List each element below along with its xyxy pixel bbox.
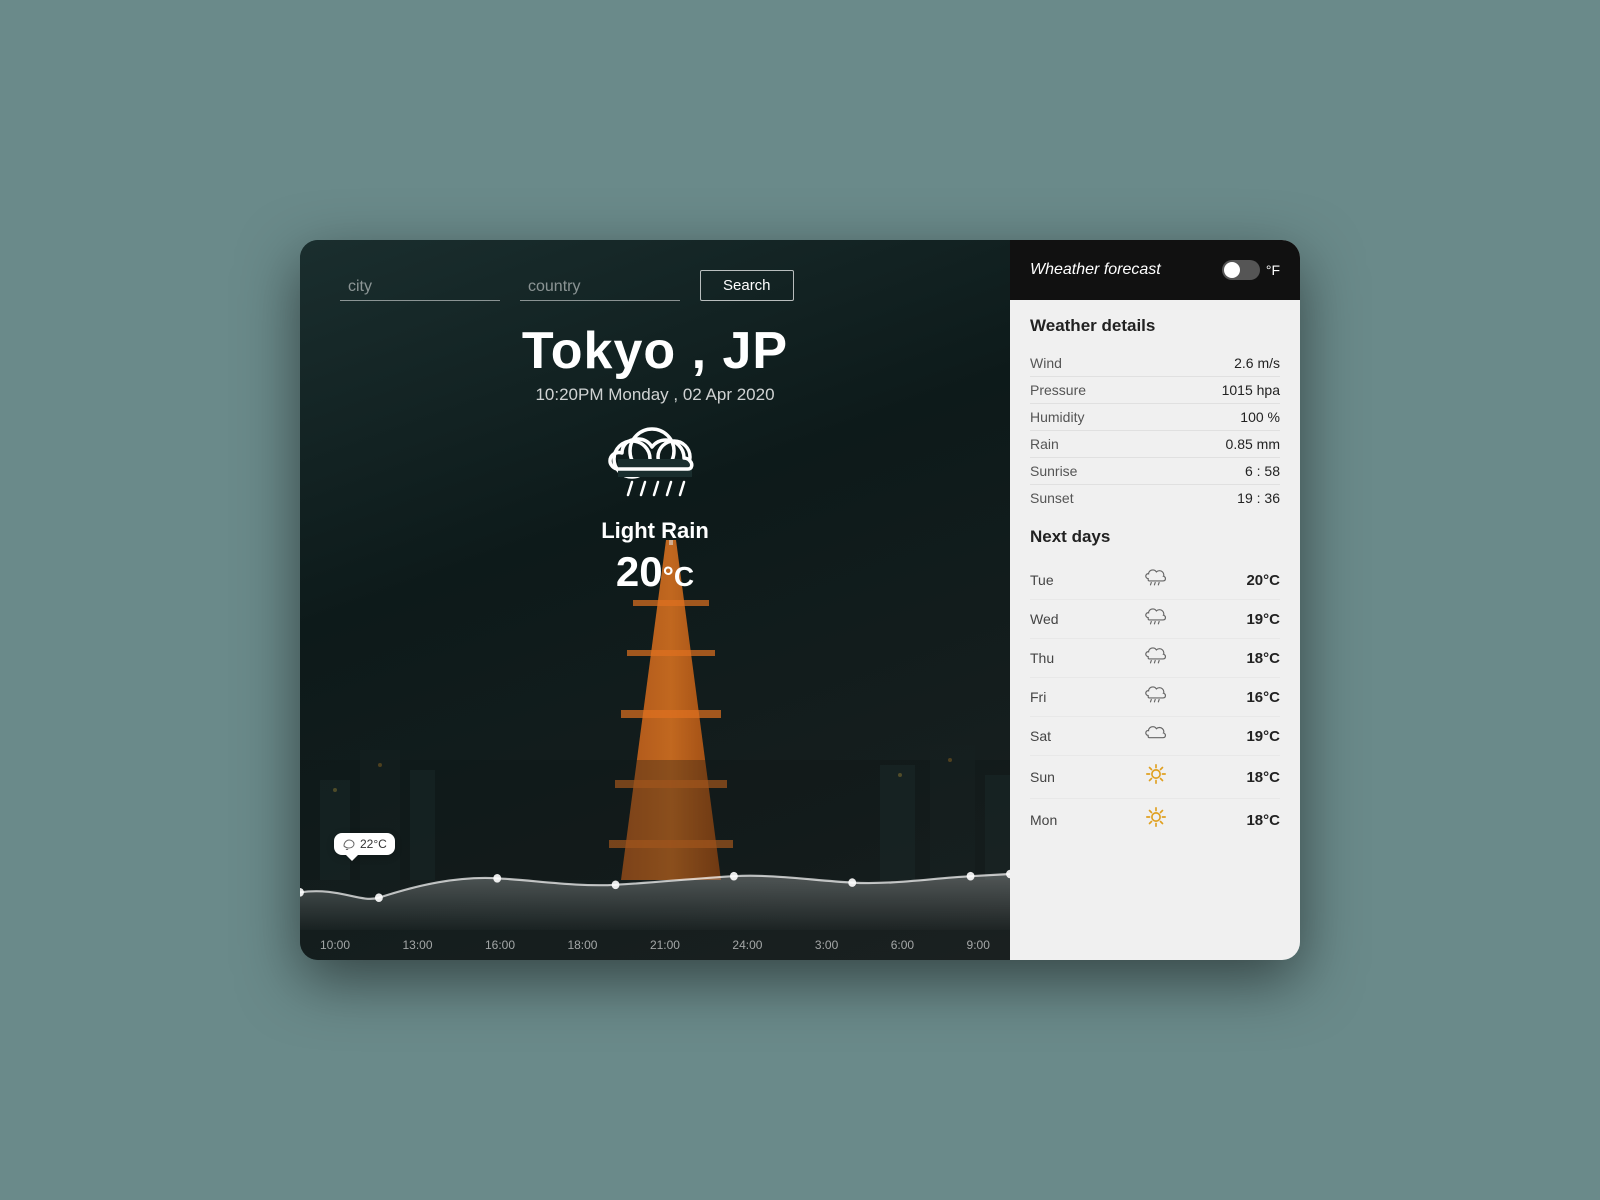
forecast-icon (1145, 806, 1167, 834)
tooltip-temp: 22°C (360, 837, 387, 851)
detail-value: 0.85 mm (1226, 436, 1280, 452)
forecast-day: Sat (1030, 728, 1066, 744)
detail-label: Rain (1030, 436, 1059, 452)
forecast-temp: 16°C (1246, 689, 1280, 706)
detail-value: 1015 hpa (1222, 382, 1280, 398)
detail-label: Sunset (1030, 490, 1074, 506)
forecast-day: Mon (1030, 812, 1066, 828)
toggle-track[interactable] (1222, 260, 1260, 280)
chart-label-7: 6:00 (891, 938, 914, 952)
current-temperature: 20°C (300, 548, 1010, 596)
forecast-row: Tue 20°C (1030, 561, 1280, 600)
forecast-row: Sat 19°C (1030, 717, 1280, 756)
app-container: Search Tokyo , JP 10:20PM Monday , 02 Ap… (300, 240, 1300, 960)
chart-label-2: 16:00 (485, 938, 515, 952)
detail-row: Humidity 100 % (1030, 404, 1280, 431)
detail-value: 2.6 m/s (1234, 355, 1280, 371)
chart-label-5: 24:00 (732, 938, 762, 952)
app-title: Wheather forecast (1030, 261, 1161, 279)
detail-value: 100 % (1240, 409, 1280, 425)
chart-label-4: 21:00 (650, 938, 680, 952)
detail-label: Humidity (1030, 409, 1084, 425)
forecast-row: Mon 18°C (1030, 799, 1280, 841)
detail-value: 6 : 58 (1245, 463, 1280, 479)
detail-value: 19 : 36 (1237, 490, 1280, 506)
next-days-section: Next days Tue 20°C Wed 19°C Thu (1010, 519, 1300, 857)
weather-condition: Light Rain (300, 518, 1010, 544)
detail-label: Wind (1030, 355, 1062, 371)
left-panel: Search Tokyo , JP 10:20PM Monday , 02 Ap… (300, 240, 1010, 960)
forecast-temp: 20°C (1246, 572, 1280, 589)
detail-row: Sunset 19 : 36 (1030, 485, 1280, 511)
detail-row: Sunrise 6 : 58 (1030, 458, 1280, 485)
next-days-title: Next days (1030, 527, 1280, 547)
forecast-icon (1145, 607, 1167, 631)
detail-rows: Wind 2.6 m/s Pressure 1015 hpa Humidity 100 %… (1030, 350, 1280, 511)
forecast-temp: 18°C (1246, 650, 1280, 667)
forecast-day: Wed (1030, 611, 1066, 627)
forecast-icon (1145, 685, 1167, 709)
forecast-row: Fri 16°C (1030, 678, 1280, 717)
detail-row: Wind 2.6 m/s (1030, 350, 1280, 377)
chart-label-0: 10:00 (320, 938, 350, 952)
forecast-icon (1145, 763, 1167, 791)
forecast-temp: 19°C (1246, 611, 1280, 628)
chart-label-1: 13:00 (402, 938, 432, 952)
city-country: Tokyo , JP (300, 321, 1010, 381)
forecast-row: Wed 19°C (1030, 600, 1280, 639)
detail-label: Sunrise (1030, 463, 1077, 479)
city-input[interactable] (340, 274, 500, 301)
toggle-thumb (1224, 262, 1240, 278)
forecast-temp: 18°C (1246, 769, 1280, 786)
detail-row: Rain 0.85 mm (1030, 431, 1280, 458)
forecast-day: Sun (1030, 769, 1066, 785)
forecast-day: Tue (1030, 572, 1066, 588)
chart-label-8: 9:00 (967, 938, 990, 952)
date-time: 10:20PM Monday , 02 Apr 2020 (300, 385, 1010, 405)
forecast-rows: Tue 20°C Wed 19°C Thu (1030, 561, 1280, 841)
unit-toggle[interactable]: °F (1222, 260, 1280, 280)
forecast-row: Thu 18°C (1030, 639, 1280, 678)
forecast-day: Thu (1030, 650, 1066, 666)
weather-details-section: Weather details Wind 2.6 m/s Pressure 1015 … (1010, 300, 1300, 519)
chart-label-3: 18:00 (567, 938, 597, 952)
chart-area: 22°C (300, 820, 1010, 960)
unit-label: °F (1266, 262, 1280, 278)
search-button[interactable]: Search (700, 270, 794, 301)
weather-details-title: Weather details (1030, 316, 1280, 336)
detail-label: Pressure (1030, 382, 1086, 398)
forecast-row: Sun 18°C (1030, 756, 1280, 799)
forecast-icon (1145, 724, 1167, 748)
forecast-temp: 19°C (1246, 728, 1280, 745)
forecast-day: Fri (1030, 689, 1066, 705)
right-panel: Wheather forecast °F Weather details Win… (1010, 240, 1300, 960)
weather-icon (600, 425, 710, 510)
detail-row: Pressure 1015 hpa (1030, 377, 1280, 404)
forecast-icon (1145, 646, 1167, 670)
chart-tooltip: 22°C (334, 833, 395, 855)
chart-label-6: 3:00 (815, 938, 838, 952)
forecast-temp: 18°C (1246, 812, 1280, 829)
weather-main: Tokyo , JP 10:20PM Monday , 02 Apr 2020 (300, 311, 1010, 596)
forecast-icon (1145, 568, 1167, 592)
country-input[interactable] (520, 274, 680, 301)
right-header: Wheather forecast °F (1010, 240, 1300, 300)
search-bar: Search (300, 240, 1010, 311)
chart-labels: 10:00 13:00 16:00 18:00 21:00 24:00 3:00… (300, 938, 1010, 952)
